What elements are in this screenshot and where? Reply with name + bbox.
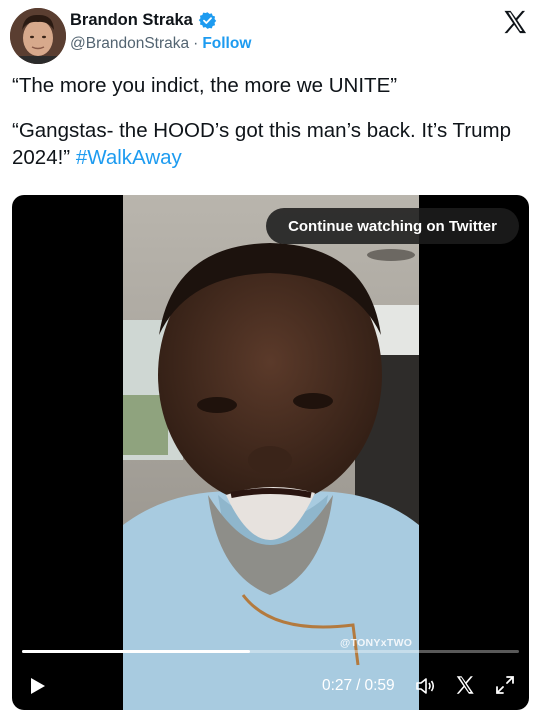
author-name[interactable]: Brandon Straka — [70, 11, 193, 30]
x-logo-icon[interactable] — [454, 674, 476, 696]
verified-badge-icon — [198, 11, 217, 30]
volume-icon[interactable] — [414, 675, 436, 697]
video-progress-bar[interactable] — [22, 650, 519, 653]
author-block: Brandon Straka @BrandonStraka · Follow — [70, 11, 251, 53]
x-logo-icon[interactable] — [501, 8, 529, 36]
time-separator: / — [356, 677, 361, 694]
duration: 0:59 — [364, 677, 395, 694]
video-frame[interactable] — [123, 195, 419, 710]
fullscreen-icon[interactable] — [494, 674, 516, 696]
video-watermark: @TONYxTWO — [340, 637, 413, 649]
play-icon[interactable] — [26, 675, 48, 697]
author-avatar[interactable] — [10, 8, 66, 64]
tweet-header: Brandon Straka @BrandonStraka · Follow — [10, 8, 529, 66]
tweet-line-2: “Gangstas- the HOOD’s got this man’s bac… — [12, 117, 527, 171]
current-time: 0:27 — [322, 677, 353, 694]
hashtag-link[interactable]: #WalkAway — [76, 146, 182, 169]
video-progress-fill — [22, 650, 250, 653]
author-handle[interactable]: @BrandonStraka — [70, 35, 189, 53]
video-still-image — [123, 195, 419, 710]
video-controls: 0:27/0:59 — [12, 669, 529, 703]
handle-separator: · — [193, 35, 199, 52]
video-time: 0:27/0:59 — [322, 677, 395, 695]
continue-watching-button[interactable]: Continue watching on Twitter — [266, 208, 519, 244]
avatar-image — [10, 8, 66, 64]
follow-button[interactable]: Follow — [202, 35, 251, 53]
tweet-line-1: “The more you indict, the more we UNITE” — [12, 74, 398, 97]
video-player[interactable]: Continue watching on Twitter @TONYxTWO 0… — [12, 195, 529, 710]
tweet-body: “The more you indict, the more we UNITE”… — [12, 72, 527, 189]
